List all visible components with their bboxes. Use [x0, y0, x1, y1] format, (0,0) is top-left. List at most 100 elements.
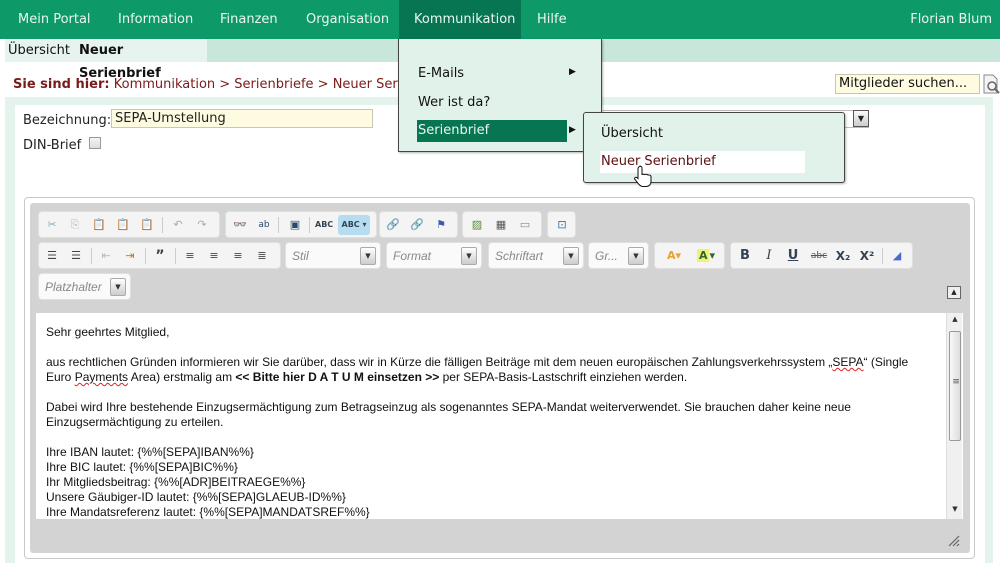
- collapse-toolbar-button[interactable]: ▲: [947, 286, 961, 299]
- size-combo[interactable]: Gr... ▼: [588, 242, 649, 269]
- toolbar-separator: [309, 217, 310, 233]
- toolbar-group-editing: 👓 ab ▣ ABC ABC ▾: [225, 211, 377, 238]
- scroll-up-icon[interactable]: ▲: [947, 315, 963, 327]
- bold-button[interactable]: B: [736, 248, 754, 264]
- toolbar-separator: [91, 248, 92, 264]
- select-dropdown-arrow-icon[interactable]: ▼: [853, 110, 869, 127]
- style-combo[interactable]: Stil ▼: [285, 242, 381, 269]
- scroll-down-icon[interactable]: ▼: [947, 505, 963, 517]
- breadcrumb: Sie sind hier: Kommunikation > Serienbri…: [13, 77, 447, 92]
- bezeichnung-label: Bezeichnung:: [23, 113, 112, 128]
- spellcheck-icon[interactable]: ABC: [315, 217, 333, 233]
- menu-item-serienbrief[interactable]: Serienbrief: [417, 120, 567, 142]
- top-navigation: Mein Portal Information Finanzen Organis…: [0, 0, 1000, 39]
- toolbar-group-links: 🔗 🔗 ⚑: [379, 211, 458, 238]
- select-all-icon[interactable]: ▣: [286, 217, 304, 233]
- italic-button[interactable]: I: [760, 248, 778, 264]
- placeholder-combo[interactable]: Platzhalter ▼: [38, 273, 131, 300]
- din-brief-checkbox[interactable]: [89, 137, 101, 149]
- placeholder-line-beitrag: Ihr Mitgliedsbeitrag: {%%[ADR]BEITRAEGE%…: [46, 475, 306, 489]
- paragraph-1: aus rechtlichen Gründen informieren wir …: [46, 355, 909, 384]
- bezeichnung-input[interactable]: SEPA-Umstellung: [111, 109, 373, 128]
- text-color-icon[interactable]: A▾: [660, 248, 688, 264]
- align-center-icon[interactable]: ≡: [205, 248, 223, 264]
- format-combo-label: Format: [393, 249, 432, 263]
- menu-item-wer-ist-da[interactable]: Wer ist da?: [417, 92, 567, 114]
- resize-handle-icon[interactable]: [946, 533, 960, 547]
- paste-word-icon[interactable]: 📋: [138, 217, 156, 233]
- editor-scrollbar[interactable]: ▲ ≡ ▼: [946, 313, 962, 519]
- bulleted-list-icon[interactable]: ☰: [67, 248, 85, 264]
- toolbar-separator: [882, 248, 883, 264]
- indent-icon[interactable]: ⇥: [121, 248, 139, 264]
- grip-icon: ≡: [952, 377, 960, 387]
- maximize-icon[interactable]: ⊡: [553, 217, 571, 233]
- toolbar-separator: [175, 248, 176, 264]
- serienbrief-submenu: Übersicht Neuer Serienbrief: [583, 112, 845, 183]
- image-icon[interactable]: ▨: [468, 217, 486, 233]
- horizontal-rule-icon[interactable]: ▭: [516, 217, 534, 233]
- numbered-list-icon[interactable]: ☰: [43, 248, 61, 264]
- chevron-down-icon[interactable]: ▼: [110, 278, 126, 296]
- placeholder-combo-label: Platzhalter: [45, 280, 102, 294]
- paste-text-icon[interactable]: 📋: [114, 217, 132, 233]
- kommunikation-dropdown-menu: E-Mails ▶ Wer ist da? Serienbrief ▶: [398, 39, 602, 152]
- style-combo-label: Stil: [292, 249, 309, 263]
- redo-icon[interactable]: ↷: [193, 217, 211, 233]
- justify-icon[interactable]: ≣: [253, 248, 271, 264]
- remove-format-icon[interactable]: ◢: [888, 248, 906, 264]
- font-combo[interactable]: Schriftart ▼: [488, 242, 584, 269]
- editor-content[interactable]: Sehr geehrtes Mitglied, aus rechtlichen …: [36, 313, 963, 519]
- breadcrumb-prefix: Sie sind hier:: [13, 77, 110, 92]
- subscript-button[interactable]: X₂: [833, 248, 853, 264]
- chevron-down-icon[interactable]: ▼: [563, 247, 579, 265]
- nav-item-kommunikation[interactable]: Kommunikation: [399, 0, 521, 39]
- nav-item-information[interactable]: Information: [118, 0, 193, 39]
- outdent-icon[interactable]: ⇤: [97, 248, 115, 264]
- subnav-item-neuer-serienbrief[interactable]: Neuer Serienbrief: [74, 39, 207, 81]
- paragraph-2: Dabei wird Ihre bestehende Einzugsermäch…: [46, 400, 851, 429]
- submenu-item-neuer-serienbrief[interactable]: Neuer Serienbrief: [600, 151, 805, 173]
- search-document-icon[interactable]: [982, 74, 1000, 94]
- paste-icon[interactable]: 📋: [90, 217, 108, 233]
- underline-button[interactable]: U: [784, 248, 802, 264]
- placeholder-line-mandatsref: Ihre Mandatsreferenz lautet: {%%[SEPA]MA…: [46, 505, 370, 519]
- superscript-button[interactable]: X²: [857, 248, 877, 264]
- submenu-item-uebersicht[interactable]: Übersicht: [600, 123, 805, 145]
- unlink-icon[interactable]: 🔗: [408, 217, 426, 233]
- nav-item-mein-portal[interactable]: Mein Portal: [18, 0, 91, 39]
- cut-icon[interactable]: ✂: [43, 217, 61, 233]
- chevron-down-icon[interactable]: ▼: [360, 247, 376, 265]
- format-combo[interactable]: Format ▼: [386, 242, 482, 269]
- undo-icon[interactable]: ↶: [169, 217, 187, 233]
- size-combo-label: Gr...: [595, 249, 618, 263]
- copy-icon[interactable]: ⎘: [66, 217, 84, 233]
- anchor-icon[interactable]: ⚑: [432, 217, 450, 233]
- member-search-input[interactable]: Mitglieder suchen...: [835, 74, 980, 94]
- scroll-thumb[interactable]: ≡: [949, 331, 961, 441]
- font-combo-label: Schriftart: [495, 249, 544, 263]
- chevron-down-icon[interactable]: ▼: [628, 247, 644, 265]
- nav-item-organisation[interactable]: Organisation: [306, 0, 389, 39]
- toolbar-group-basicstyles: B I U abc X₂ X² ◢: [730, 242, 913, 269]
- align-right-icon[interactable]: ≡: [229, 248, 247, 264]
- placeholder-line-iban: Ihre IBAN lautet: {%%[SEPA]IBAN%%}: [46, 445, 254, 459]
- user-name[interactable]: Florian Blum: [910, 0, 992, 39]
- subnav-item-uebersicht[interactable]: Übersicht: [5, 39, 74, 62]
- menu-item-emails[interactable]: E-Mails: [417, 63, 567, 85]
- strikethrough-button[interactable]: abc: [808, 248, 830, 264]
- nav-item-finanzen[interactable]: Finanzen: [220, 0, 278, 39]
- table-icon[interactable]: ▦: [492, 217, 510, 233]
- toolbar-group-insert: ▨ ▦ ▭: [462, 211, 542, 238]
- spellcheck-as-you-type-icon[interactable]: ABC ▾: [338, 215, 370, 235]
- chevron-down-icon[interactable]: ▼: [461, 247, 477, 265]
- nav-item-hilfe[interactable]: Hilfe: [537, 0, 567, 39]
- toolbar-separator: [278, 217, 279, 233]
- blockquote-icon[interactable]: ”: [151, 248, 169, 264]
- replace-icon[interactable]: ab: [255, 217, 273, 233]
- background-color-icon[interactable]: A ▾: [692, 248, 720, 264]
- link-icon[interactable]: 🔗: [384, 217, 402, 233]
- find-icon[interactable]: 👓: [231, 217, 249, 233]
- toolbar-group-tools: ⊡: [547, 211, 576, 238]
- align-left-icon[interactable]: ≡: [181, 248, 199, 264]
